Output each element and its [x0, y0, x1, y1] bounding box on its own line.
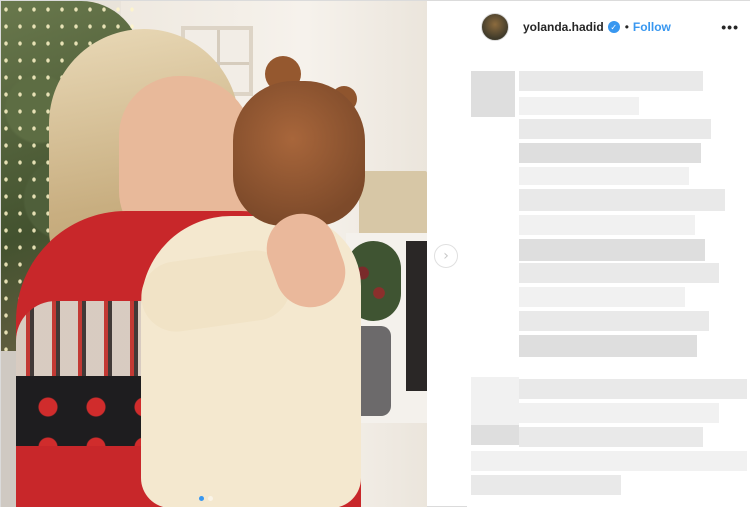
blurred-text: [471, 475, 621, 495]
blurred-text: [519, 189, 725, 211]
blurred-text: [519, 403, 719, 423]
blurred-avatar: [471, 377, 519, 425]
blurred-text: [519, 97, 639, 115]
carousel-indicators: [199, 496, 213, 501]
chevron-right-icon: ›: [443, 248, 449, 264]
blurred-text: [471, 451, 747, 471]
blurred-text: [519, 119, 711, 139]
separator-dot: •: [624, 20, 629, 34]
blurred-text: [519, 215, 695, 235]
instagram-post: › yolanda.hadid ✓ • Follow •••: [0, 0, 750, 507]
blurred-text: [519, 379, 747, 399]
carousel-dot-1: [199, 496, 204, 501]
blurred-text: [519, 427, 703, 447]
avatar[interactable]: [481, 13, 509, 41]
blurred-text: [519, 335, 697, 357]
blurred-text: [519, 311, 709, 331]
blurred-text: [519, 71, 703, 91]
blurred-text: [519, 143, 701, 163]
username-link[interactable]: yolanda.hadid: [523, 20, 604, 34]
verified-badge-icon: ✓: [607, 21, 620, 33]
carousel-dot-2: [208, 496, 213, 501]
post-header: yolanda.hadid ✓ • Follow: [467, 1, 750, 53]
bear-hood: [233, 81, 365, 226]
fireplace-opening: [406, 241, 427, 391]
blurred-text: [519, 167, 689, 185]
blurred-text: [519, 239, 705, 261]
blurred-avatar: [471, 425, 519, 445]
more-options-icon[interactable]: •••: [721, 19, 739, 35]
follow-button[interactable]: Follow: [633, 20, 671, 34]
next-slide-button[interactable]: ›: [434, 244, 458, 268]
post-side-panel: yolanda.hadid ✓ • Follow •••: [467, 1, 750, 507]
blurred-text: [519, 287, 685, 307]
blurred-text: [519, 263, 719, 283]
post-photo[interactable]: [1, 1, 427, 507]
blurred-avatar: [471, 71, 515, 117]
